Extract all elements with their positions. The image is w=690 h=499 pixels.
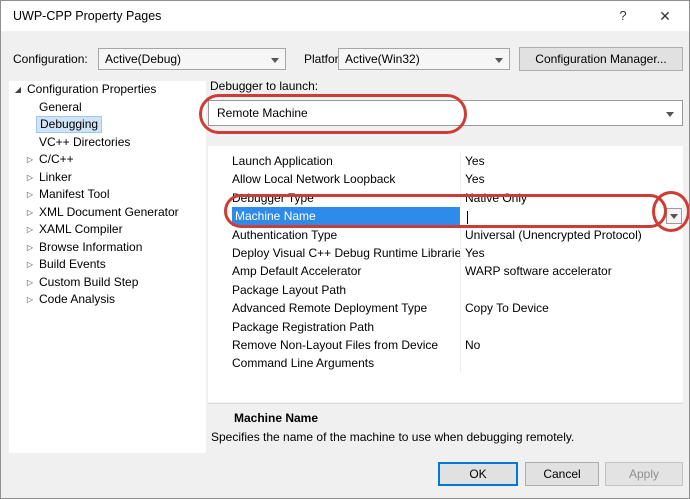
description-title: Machine Name — [234, 411, 683, 425]
collapse-arrow-icon[interactable]: ▷ — [24, 208, 36, 217]
tree-item-build-events[interactable]: ▷ Build Events — [9, 256, 206, 274]
grid-row-package-registration-path[interactable]: Package Registration Path — [208, 318, 683, 336]
chevron-down-icon — [495, 58, 503, 63]
tree-item-vc-directories[interactable]: VC++ Directories — [9, 134, 206, 152]
configuration-select[interactable]: Active(Debug) — [98, 48, 286, 70]
collapse-arrow-icon[interactable]: ▷ — [24, 225, 36, 234]
grid-row-allow-local-network-loopback[interactable]: Allow Local Network Loopback Yes — [208, 170, 683, 188]
titlebar: UWP-CPP Property Pages ? ✕ — [1, 1, 689, 31]
grid-row-authentication-type[interactable]: Authentication Type Universal (Unencrypt… — [208, 226, 683, 244]
cancel-button[interactable]: Cancel — [525, 462, 599, 486]
close-icon[interactable]: ✕ — [645, 1, 685, 31]
configuration-label: Configuration: — [13, 48, 88, 70]
description-text: Specifies the name of the machine to use… — [211, 430, 683, 444]
tree-item-code-analysis[interactable]: ▷ Code Analysis — [9, 291, 206, 309]
machine-name-dropdown-button[interactable] — [666, 208, 682, 224]
collapse-arrow-icon[interactable]: ▷ — [24, 190, 36, 199]
tree-item-custom-build-step[interactable]: ▷ Custom Build Step — [9, 274, 206, 292]
collapse-arrow-icon[interactable]: ▷ — [24, 295, 36, 304]
tree-item-general[interactable]: General — [9, 99, 206, 117]
help-icon[interactable]: ? — [603, 1, 643, 31]
tree-item-browse-information[interactable]: ▷ Browse Information — [9, 239, 206, 257]
grid-row-machine-name[interactable]: Machine Name — [208, 207, 683, 225]
debugger-select[interactable]: Remote Machine — [208, 100, 683, 126]
text-caret — [467, 211, 468, 224]
collapse-arrow-icon[interactable]: ▷ — [24, 243, 36, 252]
chevron-down-icon — [666, 112, 674, 117]
machine-name-input[interactable] — [460, 207, 683, 225]
apply-button[interactable]: Apply — [605, 462, 683, 486]
tree-item-xaml-compiler[interactable]: ▷ XAML Compiler — [9, 221, 206, 239]
collapse-arrow-icon[interactable]: ▷ — [24, 278, 36, 287]
grid-row-package-layout-path[interactable]: Package Layout Path — [208, 281, 683, 299]
collapse-arrow-icon[interactable]: ▷ — [24, 260, 36, 269]
tree-item-linker[interactable]: ▷ Linker — [9, 169, 206, 187]
expand-arrow-icon[interactable]: ◢ — [12, 85, 24, 94]
tree-item-manifest-tool[interactable]: ▷ Manifest Tool — [9, 186, 206, 204]
tree-item-c-cpp[interactable]: ▷ C/C++ — [9, 151, 206, 169]
ok-button[interactable]: OK — [438, 462, 518, 486]
property-pages-dialog: UWP-CPP Property Pages ? ✕ Configuration… — [0, 0, 690, 499]
configuration-tree: ◢ Configuration Properties General Debug… — [9, 81, 206, 453]
configuration-manager-button[interactable]: Configuration Manager... — [519, 47, 683, 71]
configuration-value: Active(Debug) — [105, 52, 181, 66]
grid-row-launch-application[interactable]: Launch Application Yes — [208, 152, 683, 170]
grid-row-deploy-debug-runtime-libraries[interactable]: Deploy Visual C++ Debug Runtime Librarie… — [208, 244, 683, 262]
window-title: UWP-CPP Property Pages — [13, 1, 161, 31]
tree-item-configuration-properties[interactable]: ◢ Configuration Properties — [9, 81, 206, 99]
platform-select[interactable]: Active(Win32) — [338, 48, 510, 70]
tree-item-xml-document-generator[interactable]: ▷ XML Document Generator — [9, 204, 206, 222]
property-description-pane: Machine Name Specifies the name of the m… — [208, 403, 683, 453]
collapse-arrow-icon[interactable]: ▷ — [24, 173, 36, 182]
chevron-down-icon — [271, 58, 279, 63]
chevron-down-icon — [670, 214, 678, 219]
grid-row-command-line-arguments[interactable]: Command Line Arguments — [208, 354, 683, 372]
debugger-select-value: Remote Machine — [217, 106, 308, 120]
debugger-to-launch-label: Debugger to launch: — [210, 79, 318, 93]
grid-row-advanced-remote-deployment-type[interactable]: Advanced Remote Deployment Type Copy To … — [208, 299, 683, 317]
property-grid: Launch Application Yes Allow Local Netwo… — [208, 146, 683, 402]
collapse-arrow-icon[interactable]: ▷ — [24, 155, 36, 164]
platform-value: Active(Win32) — [345, 52, 420, 66]
grid-row-remove-non-layout-files[interactable]: Remove Non-Layout Files from Device No — [208, 336, 683, 354]
grid-row-amp-default-accelerator[interactable]: Amp Default Accelerator WARP software ac… — [208, 262, 683, 280]
tree-item-debugging[interactable]: Debugging — [9, 116, 206, 134]
grid-row-debugger-type[interactable]: Debugger Type Native Only — [208, 189, 683, 207]
